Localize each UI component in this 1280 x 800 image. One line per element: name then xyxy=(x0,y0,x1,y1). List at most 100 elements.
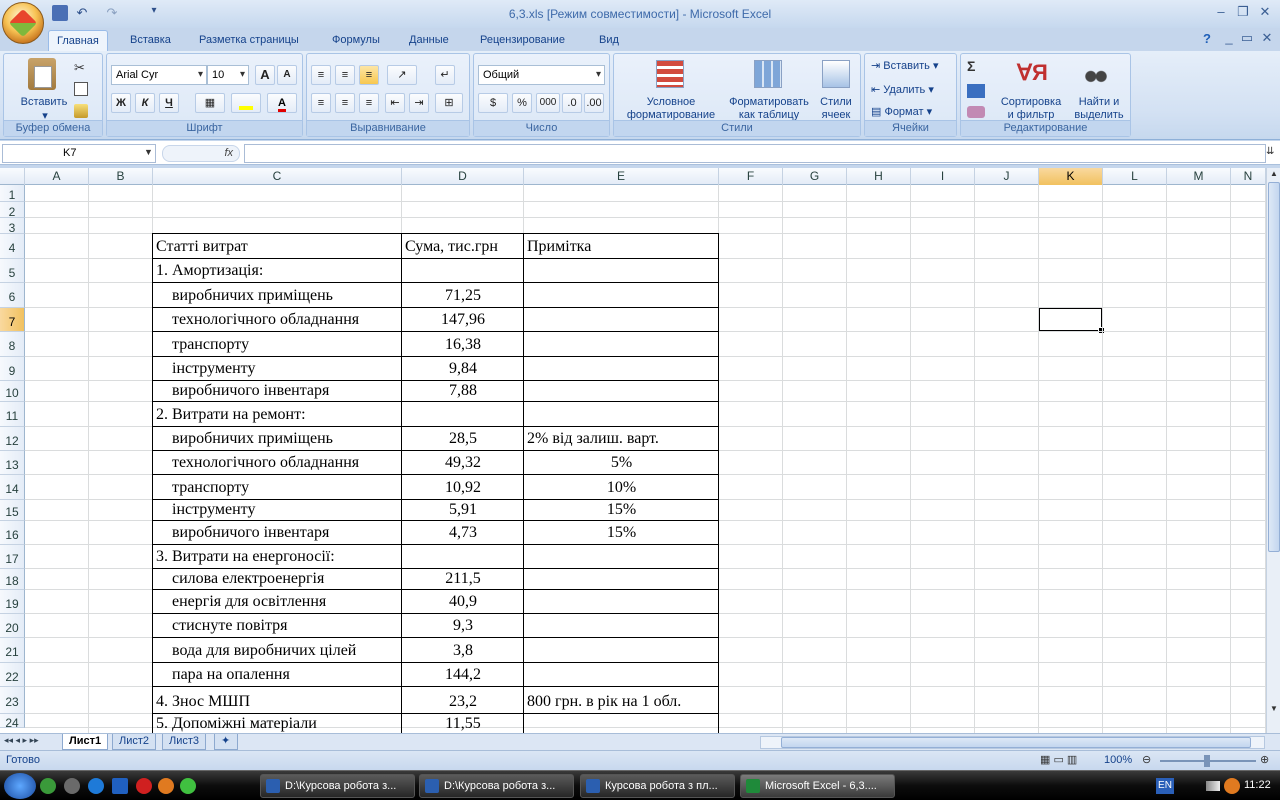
cell-d9[interactable]: 9,84 xyxy=(405,359,521,379)
row-header-5[interactable]: 5 xyxy=(0,259,25,283)
row-header-21[interactable]: 21 xyxy=(0,638,25,663)
formula-input[interactable] xyxy=(244,144,1266,163)
cell-e20[interactable] xyxy=(527,616,716,636)
cut-icon[interactable]: ✂ xyxy=(74,60,85,76)
zoom-in-icon[interactable]: ⊕ xyxy=(1260,753,1269,766)
cell-d4[interactable]: Сума, тис.грн xyxy=(405,237,521,257)
app-icon-7[interactable] xyxy=(180,778,196,794)
cell-c6[interactable]: виробничих приміщень xyxy=(156,286,399,306)
underline-button[interactable]: Ч xyxy=(159,93,179,113)
row-header-13[interactable]: 13 xyxy=(0,451,25,475)
align-right-icon[interactable]: ≡ xyxy=(359,93,379,113)
increase-indent-icon[interactable]: ⇥ xyxy=(409,93,429,113)
scroll-down-icon[interactable]: ▼ xyxy=(1268,704,1280,716)
fill-icon[interactable] xyxy=(967,84,985,98)
wrap-text-icon[interactable]: ↵ xyxy=(435,65,455,85)
name-box-dropdown-icon[interactable]: ▼ xyxy=(144,147,153,157)
cell-c16[interactable]: виробничого інвентаря xyxy=(156,523,399,543)
cell-e13[interactable]: 5% xyxy=(527,453,716,473)
tray-icon[interactable] xyxy=(1224,778,1240,794)
cell-c9[interactable]: інструменту xyxy=(156,359,399,379)
inner-restore-button[interactable]: ▭ xyxy=(1236,30,1258,46)
row-header-20[interactable]: 20 xyxy=(0,614,25,638)
cell-c12[interactable]: виробничих приміщень xyxy=(156,429,399,449)
cell-d11[interactable] xyxy=(405,405,521,425)
cell-d19[interactable]: 40,9 xyxy=(405,592,521,612)
select-all-corner[interactable] xyxy=(0,168,25,185)
scroll-up-icon[interactable]: ▲ xyxy=(1268,169,1280,181)
cell-c23[interactable]: 4. Знос МШП xyxy=(156,692,399,712)
cell-c22[interactable]: пара на опалення xyxy=(156,665,399,685)
thousands-button[interactable]: 000 xyxy=(536,93,560,113)
align-bottom-icon[interactable]: ≡ xyxy=(359,65,379,85)
row-header-2[interactable]: 2 xyxy=(0,202,25,219)
paste-icon[interactable] xyxy=(28,58,56,90)
row-header-23[interactable]: 23 xyxy=(0,687,25,714)
insert-function-button[interactable]: fx xyxy=(162,145,240,162)
sheet-tab-3[interactable]: Лист3 xyxy=(162,734,207,750)
row-header-12[interactable]: 12 xyxy=(0,427,25,451)
app-icon-1[interactable] xyxy=(40,778,56,794)
tab-insert[interactable]: Вставка xyxy=(122,30,179,51)
column-header-l[interactable]: L xyxy=(1103,168,1167,185)
column-header-a[interactable]: A xyxy=(25,168,89,185)
cell-c5[interactable]: 1. Амортизація: xyxy=(156,261,399,281)
sheet-tab-1[interactable]: Лист1 xyxy=(62,734,109,750)
inner-close-button[interactable]: ✕ xyxy=(1256,30,1278,46)
column-header-f[interactable]: F xyxy=(719,168,783,185)
cell-d24[interactable]: 11,55 xyxy=(405,714,521,733)
cell-d10[interactable]: 7,88 xyxy=(405,381,521,401)
row-header-1[interactable]: 1 xyxy=(0,185,25,202)
font-name-combo[interactable]: Arial Cyr xyxy=(111,65,207,85)
cell-d12[interactable]: 28,5 xyxy=(405,429,521,449)
row-header-16[interactable]: 16 xyxy=(0,521,25,545)
cell-d22[interactable]: 144,2 xyxy=(405,665,521,685)
tab-formulas[interactable]: Формулы xyxy=(324,30,388,51)
increase-decimal-icon[interactable]: .0 xyxy=(562,93,582,113)
cell-d20[interactable]: 9,3 xyxy=(405,616,521,636)
cell-e5[interactable] xyxy=(527,261,716,281)
cell-d8[interactable]: 16,38 xyxy=(405,335,521,355)
cell-styles-icon[interactable] xyxy=(822,60,850,88)
decrease-decimal-icon[interactable]: .00 xyxy=(584,93,604,113)
column-header-j[interactable]: J xyxy=(975,168,1039,185)
cell-c20[interactable]: стиснуте повітря xyxy=(156,616,399,636)
zoom-out-icon[interactable]: ⊖ xyxy=(1142,753,1151,766)
taskbar-item-3[interactable]: Курсова робота з пл... xyxy=(580,774,735,798)
worksheet-grid[interactable]: ABCDEFGHIJKLMN 1 2 3 4 5 6 7 8 9 10 11 12 13 14 15 16 17… xyxy=(0,168,1266,733)
row-header-3[interactable]: 3 xyxy=(0,218,25,235)
row-header-24[interactable]: 24 xyxy=(0,714,25,730)
cell-c7[interactable]: технологічного обладнання xyxy=(156,310,399,330)
format-as-table-button[interactable]: Форматировать как таблицу xyxy=(724,96,814,122)
horizontal-scroll-thumb[interactable] xyxy=(781,737,1251,748)
fill-color-button[interactable] xyxy=(231,93,261,113)
row-header-19[interactable]: 19 xyxy=(0,590,25,614)
view-buttons[interactable]: ▦ ▭ ▥ xyxy=(1040,753,1100,768)
cell-c13[interactable]: технологічного обладнання xyxy=(156,453,399,473)
office-button[interactable] xyxy=(2,2,44,44)
zoom-slider-thumb[interactable] xyxy=(1204,755,1210,767)
conditional-formatting-icon[interactable] xyxy=(656,60,684,88)
find-select-button[interactable]: Найти и выделить xyxy=(1069,96,1129,122)
cell-d23[interactable]: 23,2 xyxy=(405,692,521,712)
format-painter-icon[interactable] xyxy=(74,104,88,118)
decrease-indent-icon[interactable]: ⇤ xyxy=(385,93,405,113)
cell-e14[interactable]: 10% xyxy=(527,478,716,498)
cell-e7[interactable] xyxy=(527,310,716,330)
column-header-g[interactable]: G xyxy=(783,168,847,185)
cell-c17[interactable]: 3. Витрати на енергоносії: xyxy=(156,547,399,567)
row-header-15[interactable]: 15 xyxy=(0,500,25,521)
zoom-level[interactable]: 100% xyxy=(1104,754,1132,766)
opera-icon[interactable] xyxy=(136,778,152,794)
cell-d13[interactable]: 49,32 xyxy=(405,453,521,473)
row-header-7[interactable]: 7 xyxy=(0,308,25,332)
sheet-nav-icons[interactable]: ◂◂ ◂ ▸ ▸▸ xyxy=(4,735,39,746)
cell-e23[interactable]: 800 грн. в рік на 1 обл. xyxy=(527,692,716,712)
row-header-9[interactable]: 9 xyxy=(0,357,25,381)
copy-icon[interactable] xyxy=(74,82,88,96)
cell-e19[interactable] xyxy=(527,592,716,612)
paste-button[interactable]: Вставить xyxy=(14,96,74,109)
row-header-6[interactable]: 6 xyxy=(0,283,25,308)
cell-c19[interactable]: енергія для освітлення xyxy=(156,592,399,612)
cell-d21[interactable]: 3,8 xyxy=(405,641,521,661)
